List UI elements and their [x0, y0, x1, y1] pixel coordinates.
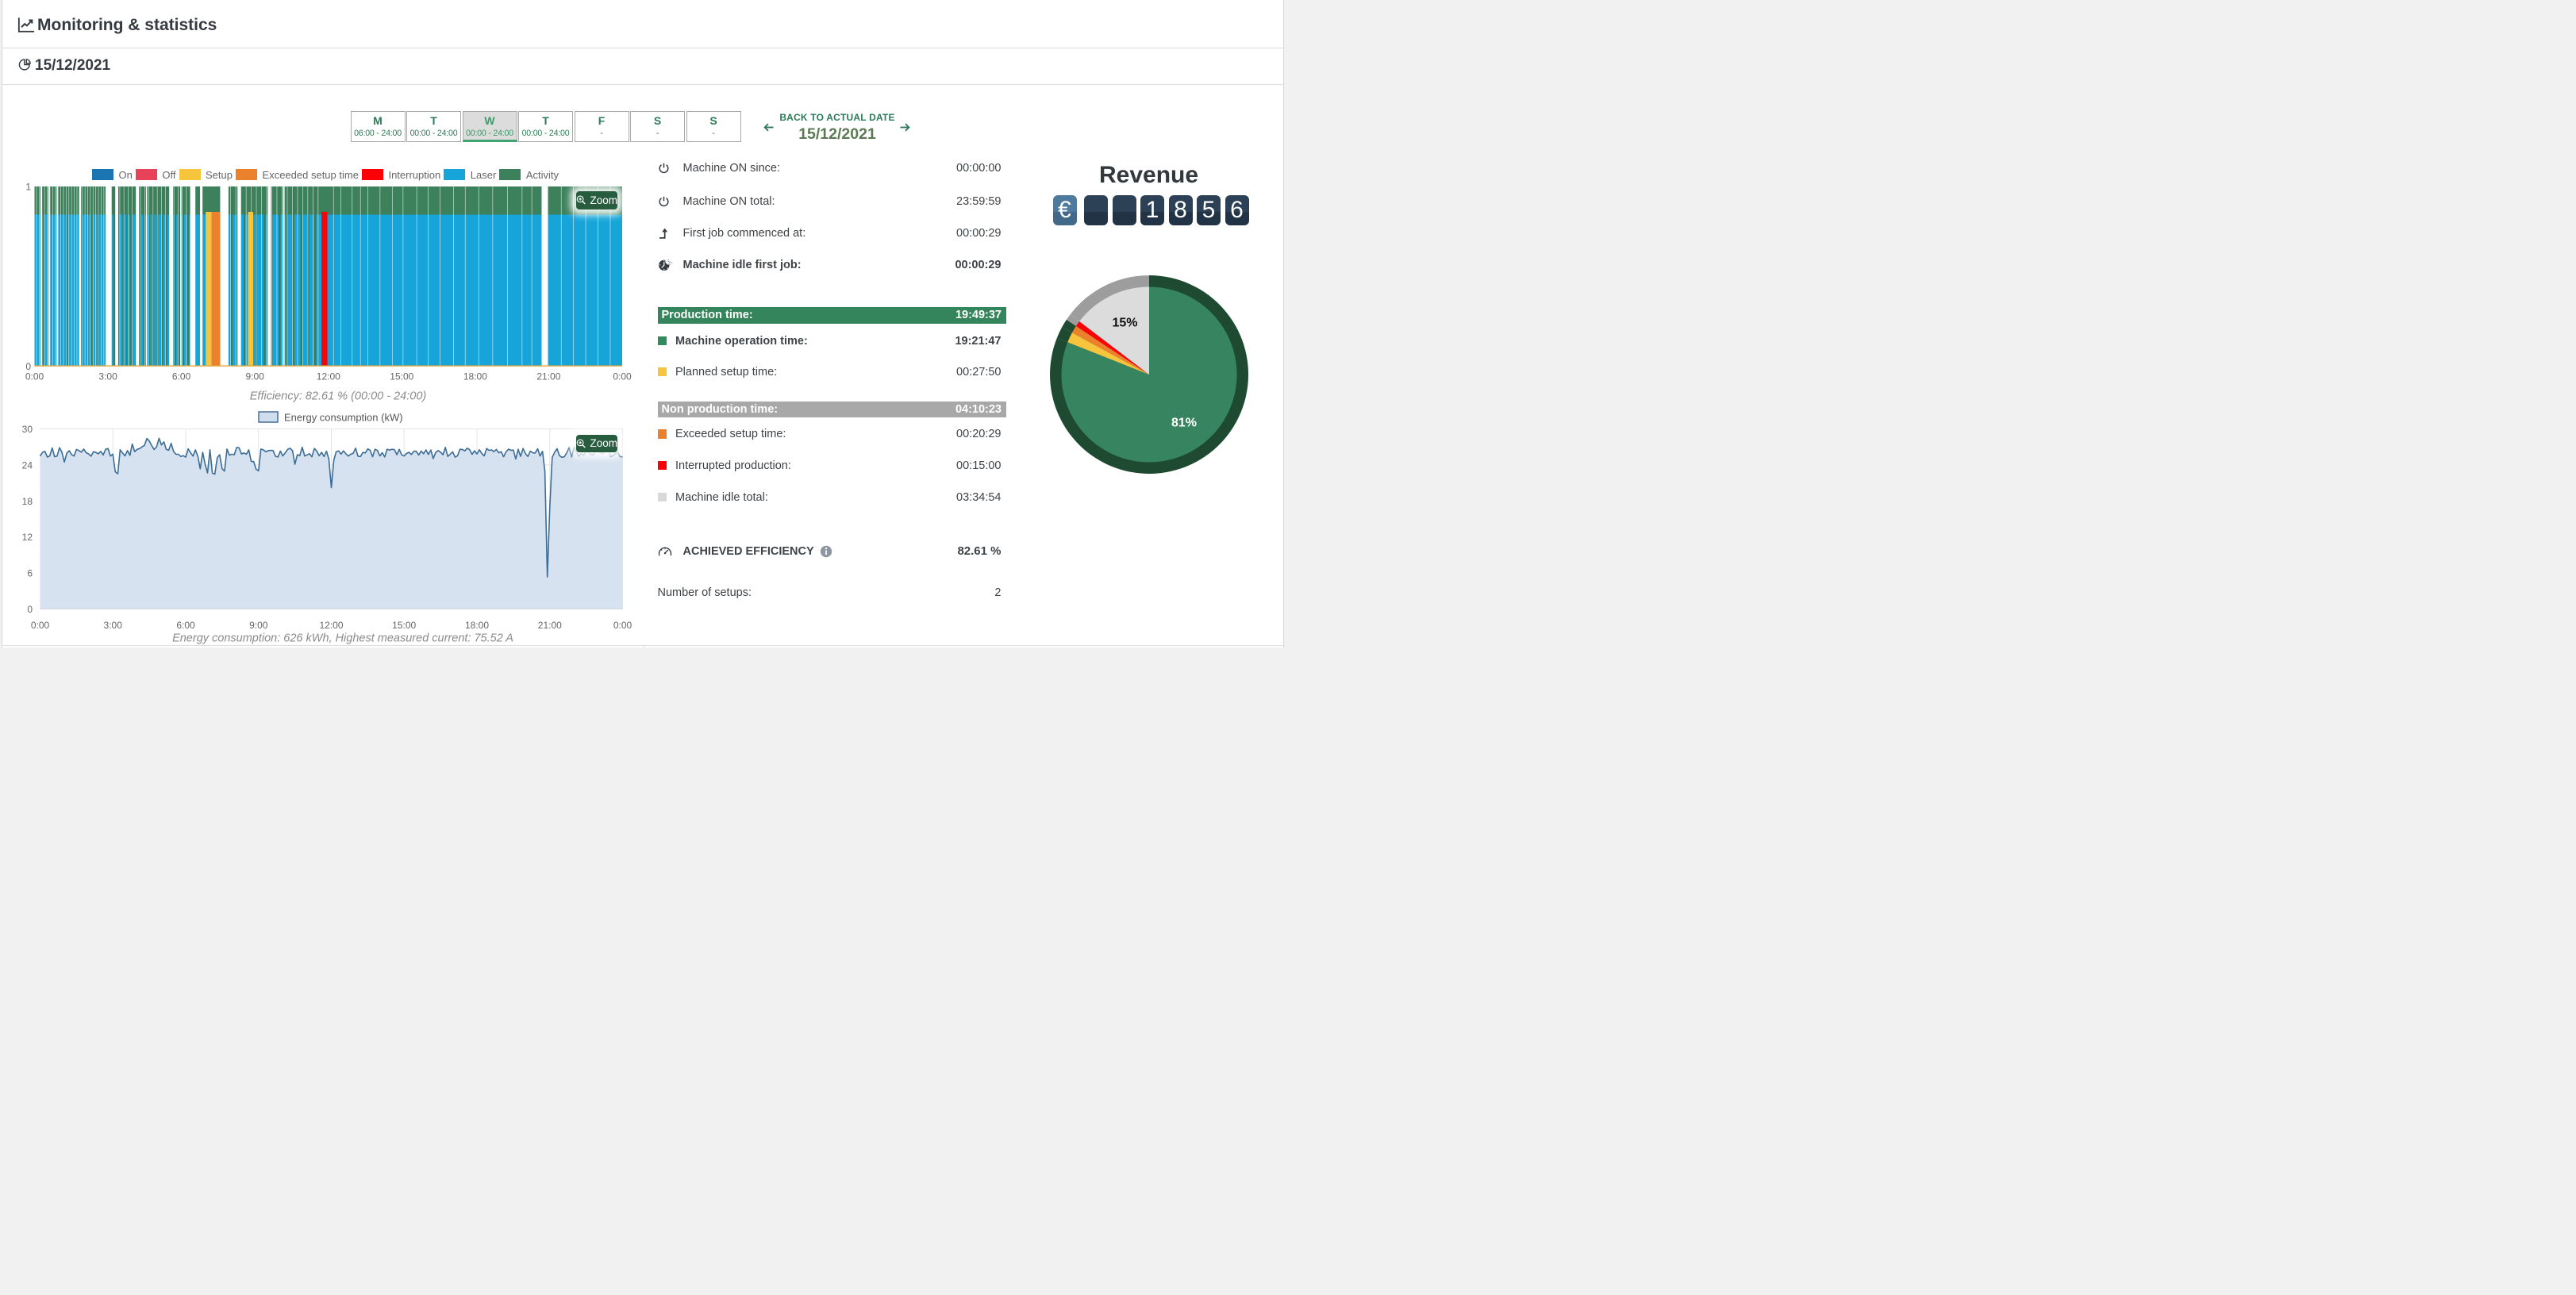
svg-text:3:00: 3:00: [104, 620, 123, 631]
svg-text:12:00: 12:00: [319, 620, 343, 631]
svg-text:81%: 81%: [1171, 417, 1197, 430]
svg-text:15%: 15%: [1112, 317, 1137, 330]
svg-text:30: 30: [22, 424, 33, 435]
svg-text:12: 12: [22, 532, 33, 543]
svg-text:6: 6: [27, 568, 33, 579]
svg-text:6:00: 6:00: [176, 620, 195, 631]
svg-text:Energy consumption: 626 kWh, H: Energy consumption: 626 kWh, Highest mea…: [172, 632, 513, 645]
svg-text:0: 0: [27, 604, 33, 615]
svg-text:Z: Z: [667, 261, 671, 267]
svg-text:18:00: 18:00: [465, 620, 489, 631]
svg-text:24: 24: [22, 459, 33, 471]
svg-text:15:00: 15:00: [392, 620, 416, 631]
svg-text:0:00: 0:00: [31, 620, 50, 631]
svg-text:21:00: 21:00: [538, 620, 562, 631]
svg-text:z: z: [671, 261, 672, 264]
svg-text:9:00: 9:00: [249, 620, 268, 631]
svg-text:Energy consumption (kW): Energy consumption (kW): [284, 412, 403, 424]
svg-text:18: 18: [22, 496, 33, 507]
svg-text:0:00: 0:00: [613, 620, 632, 631]
